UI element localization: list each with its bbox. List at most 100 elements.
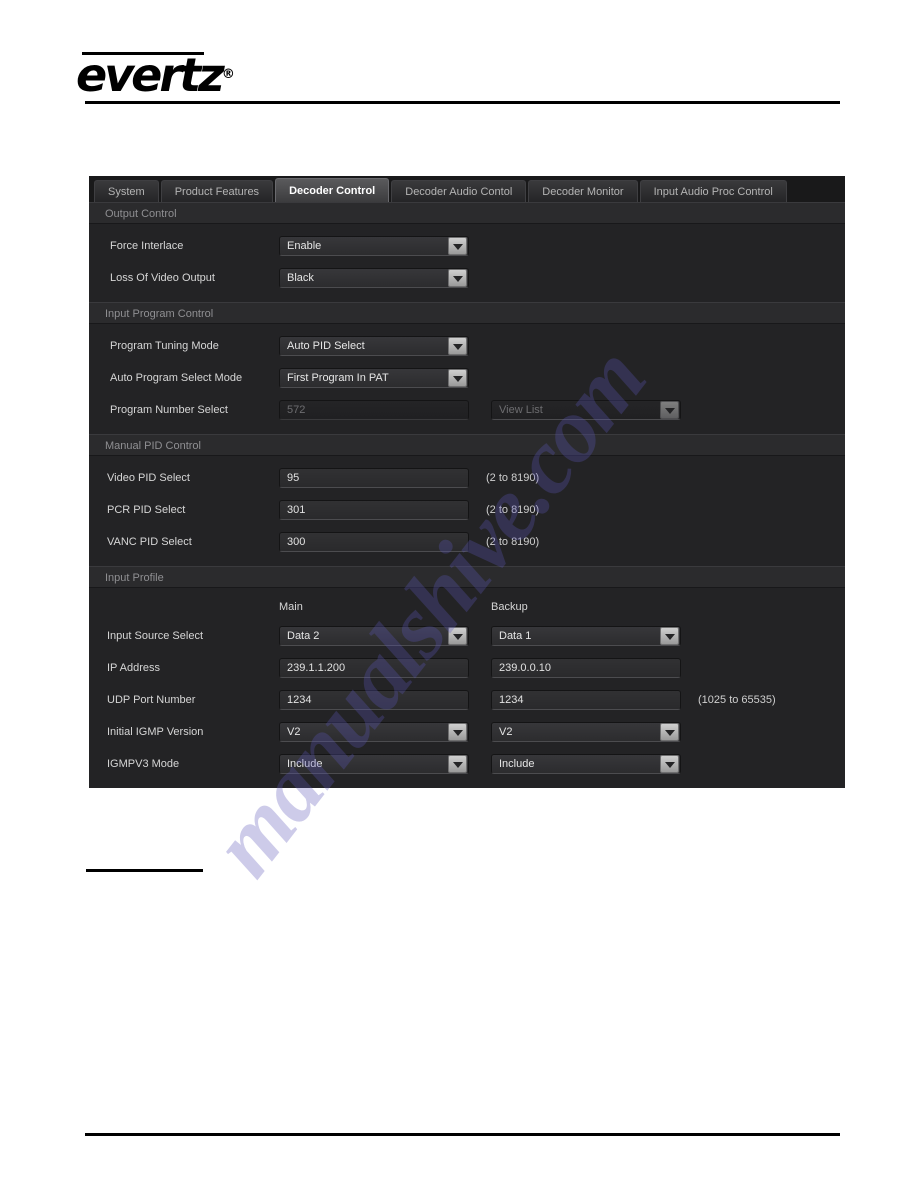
chevron-down-icon[interactable] [448, 723, 467, 741]
chevron-down-icon[interactable] [448, 237, 467, 255]
tab-decoder-monitor[interactable]: Decoder Monitor [528, 180, 638, 202]
input-profile-column-headers: Main Backup [89, 594, 845, 620]
chevron-down-icon[interactable] [448, 369, 467, 387]
dropdown-igmpv3-mode-main-value: Include [287, 758, 323, 770]
row-program-tuning-mode: Program Tuning Mode Auto PID Select [89, 330, 845, 362]
dropdown-loss-of-video-output-value: Black [287, 272, 314, 284]
header-rule [85, 101, 840, 104]
column-header-backup: Backup [491, 601, 528, 613]
input-ip-address-backup-value: 239.0.0.10 [499, 662, 551, 674]
hint-udp-port-range: (1025 to 65535) [698, 694, 776, 706]
label-igmpv3-mode: IGMPV3 Mode [107, 758, 180, 770]
hint-video-pid-range: (2 to 8190) [486, 472, 540, 484]
chevron-down-icon[interactable] [448, 337, 467, 355]
input-pcr-pid-select-value: 301 [287, 504, 306, 516]
dropdown-initial-igmp-version-backup[interactable]: V2 [491, 722, 681, 742]
label-udp-port-number: UDP Port Number [107, 694, 196, 706]
dropdown-initial-igmp-version-main-value: V2 [287, 726, 301, 738]
dropdown-program-tuning-mode[interactable]: Auto PID Select [279, 336, 469, 356]
mid-rule [86, 869, 203, 872]
input-udp-port-number-backup[interactable]: 1234 [491, 690, 681, 710]
dropdown-view-list-value: View List [499, 404, 543, 416]
row-video-pid-select: Video PID Select 95 (2 to 8190) [89, 462, 845, 494]
label-auto-program-select-mode: Auto Program Select Mode [110, 372, 243, 384]
hint-pcr-pid-range: (2 to 8190) [486, 504, 540, 516]
dropdown-initial-igmp-version-backup-value: V2 [499, 726, 513, 738]
dropdown-loss-of-video-output[interactable]: Black [279, 268, 469, 288]
tab-decoder-audio-contol[interactable]: Decoder Audio Contol [391, 180, 527, 202]
section-body-input-profile: Main Backup Input Source Select Data 2 D… [89, 588, 845, 788]
tab-system[interactable]: System [94, 180, 159, 202]
label-pcr-pid-select: PCR PID Select [107, 504, 186, 516]
dropdown-igmpv3-mode-backup-value: Include [499, 758, 535, 770]
row-vanc-pid-select: VANC PID Select 300 (2 to 8190) [89, 526, 845, 558]
chevron-down-icon[interactable] [660, 723, 679, 741]
footer-rule [85, 1133, 840, 1136]
section-header-input-program-control: Input Program Control [89, 302, 845, 324]
label-initial-igmp-version: Initial IGMP Version [107, 726, 204, 738]
decoder-control-panel: System Product Features Decoder Control … [89, 176, 845, 788]
chevron-down-icon[interactable] [448, 269, 467, 287]
label-input-source-select: Input Source Select [107, 630, 204, 642]
dropdown-view-list[interactable]: View List [491, 400, 681, 420]
chevron-down-icon[interactable] [660, 401, 679, 419]
dropdown-force-interlace-value: Enable [287, 240, 322, 252]
input-ip-address-main-value: 239.1.1.200 [287, 662, 346, 674]
hint-vanc-pid-range: (2 to 8190) [486, 536, 540, 548]
input-pcr-pid-select[interactable]: 301 [279, 500, 469, 520]
chevron-down-icon[interactable] [660, 627, 679, 645]
input-udp-port-number-main-value: 1234 [287, 694, 312, 706]
section-body-output-control: Force Interlace Enable Loss Of Video Out… [89, 224, 845, 302]
dropdown-program-tuning-mode-value: Auto PID Select [287, 340, 365, 352]
chevron-down-icon[interactable] [660, 755, 679, 773]
input-video-pid-select-value: 95 [287, 472, 300, 484]
row-auto-program-select-mode: Auto Program Select Mode First Program I… [89, 362, 845, 394]
input-udp-port-number-backup-value: 1234 [499, 694, 524, 706]
logo-text: evertz [76, 48, 225, 102]
row-force-interlace: Force Interlace Enable [89, 230, 845, 262]
input-ip-address-main[interactable]: 239.1.1.200 [279, 658, 469, 678]
dropdown-initial-igmp-version-main[interactable]: V2 [279, 722, 469, 742]
dropdown-auto-program-select-mode-value: First Program In PAT [287, 372, 389, 384]
label-vanc-pid-select: VANC PID Select [107, 536, 192, 548]
input-udp-port-number-main[interactable]: 1234 [279, 690, 469, 710]
evertz-logo: evertz® [76, 52, 235, 98]
section-body-manual-pid-control: Video PID Select 95 (2 to 8190) PCR PID … [89, 456, 845, 566]
label-video-pid-select: Video PID Select [107, 472, 190, 484]
input-ip-address-backup[interactable]: 239.0.0.10 [491, 658, 681, 678]
row-igmpv3-mode: IGMPV3 Mode Include Include [89, 748, 845, 780]
tab-strip: System Product Features Decoder Control … [89, 176, 845, 202]
input-vanc-pid-select-value: 300 [287, 536, 306, 548]
dropdown-input-source-select-main[interactable]: Data 2 [279, 626, 469, 646]
label-ip-address: IP Address [107, 662, 160, 674]
dropdown-input-source-select-backup-value: Data 1 [499, 630, 532, 642]
section-body-input-program-control: Program Tuning Mode Auto PID Select Auto… [89, 324, 845, 434]
page-header: evertz® [0, 0, 918, 120]
label-force-interlace: Force Interlace [110, 240, 184, 252]
section-header-manual-pid-control: Manual PID Control [89, 434, 845, 456]
dropdown-auto-program-select-mode[interactable]: First Program In PAT [279, 368, 469, 388]
dropdown-force-interlace[interactable]: Enable [279, 236, 469, 256]
tab-decoder-control[interactable]: Decoder Control [275, 178, 390, 202]
chevron-down-icon[interactable] [448, 755, 467, 773]
row-initial-igmp-version: Initial IGMP Version V2 V2 [89, 716, 845, 748]
dropdown-input-source-select-backup[interactable]: Data 1 [491, 626, 681, 646]
row-program-number-select: Program Number Select 572 View List [89, 394, 845, 426]
row-input-source-select: Input Source Select Data 2 Data 1 [89, 620, 845, 652]
input-video-pid-select[interactable]: 95 [279, 468, 469, 488]
chevron-down-icon[interactable] [448, 627, 467, 645]
tab-product-features[interactable]: Product Features [160, 180, 274, 202]
tab-input-audio-proc-control[interactable]: Input Audio Proc Control [639, 180, 787, 202]
row-pcr-pid-select: PCR PID Select 301 (2 to 8190) [89, 494, 845, 526]
section-header-output-control: Output Control [89, 202, 845, 224]
dropdown-igmpv3-mode-main[interactable]: Include [279, 754, 469, 774]
label-program-tuning-mode: Program Tuning Mode [110, 340, 219, 352]
dropdown-input-source-select-main-value: Data 2 [287, 630, 320, 642]
input-vanc-pid-select[interactable]: 300 [279, 532, 469, 552]
input-program-number-select[interactable]: 572 [279, 400, 469, 420]
input-program-number-select-value: 572 [287, 404, 306, 416]
column-header-main: Main [279, 601, 303, 613]
dropdown-igmpv3-mode-backup[interactable]: Include [491, 754, 681, 774]
label-loss-of-video-output: Loss Of Video Output [110, 272, 215, 284]
row-udp-port-number: UDP Port Number 1234 1234 (1025 to 65535… [89, 684, 845, 716]
